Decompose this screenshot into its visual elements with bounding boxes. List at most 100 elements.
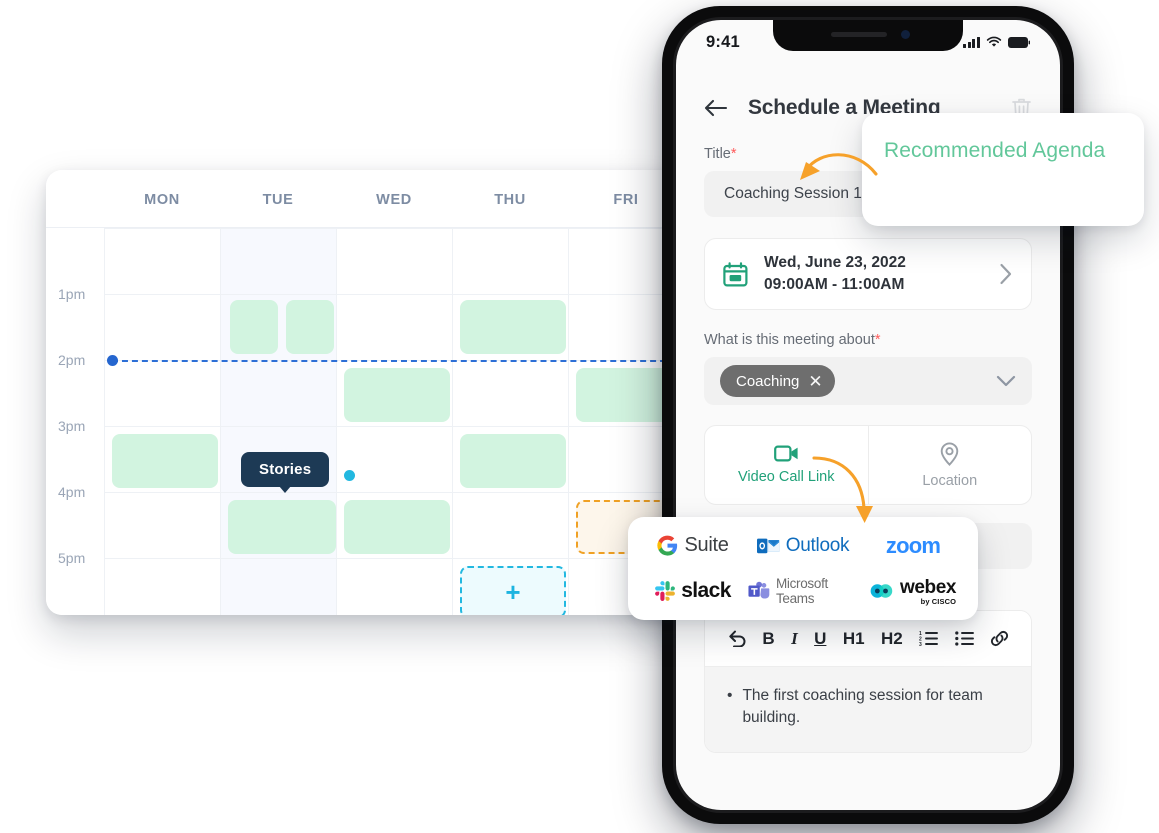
calendar-day-thu: THU bbox=[494, 192, 526, 208]
recommended-agenda-callout: Recommended Agenda bbox=[862, 113, 1144, 226]
wifi-icon bbox=[986, 36, 1002, 47]
meeting-mode-selector: Video Call Link Location bbox=[704, 425, 1032, 505]
calendar-hline-3 bbox=[104, 426, 686, 427]
bullet-list-icon[interactable] bbox=[954, 631, 974, 646]
calendar-hline-0 bbox=[104, 228, 686, 229]
current-time-dot bbox=[107, 355, 118, 366]
calendar-vline-1 bbox=[104, 228, 105, 615]
integrations-popup: Suite Outlook zoom slack Microsoft Teams… bbox=[628, 517, 978, 620]
calendar-add-slot-button[interactable]: + bbox=[460, 566, 566, 615]
integration-webex-label: webex bbox=[899, 576, 957, 598]
calendar-event[interactable] bbox=[344, 368, 450, 422]
required-mark: * bbox=[874, 332, 881, 348]
webex-icon bbox=[870, 584, 893, 598]
integration-zoom-label: zoom bbox=[885, 532, 941, 558]
note-text: The first coaching session for team buil… bbox=[742, 687, 983, 727]
calendar-event[interactable] bbox=[460, 300, 566, 354]
recommended-agenda-label: Recommended Agenda bbox=[884, 139, 1106, 162]
calendar-event[interactable] bbox=[286, 300, 334, 354]
bullet-glyph: • bbox=[727, 687, 733, 704]
date-time-selector[interactable]: Wed, June 23, 2022 09:00AM - 11:00AM bbox=[704, 238, 1032, 310]
calendar-hline-1 bbox=[104, 294, 686, 295]
calendar-event[interactable] bbox=[344, 500, 450, 554]
integration-outlook-label: Outlook bbox=[785, 534, 850, 556]
meeting-form: Title* Coaching Session 1 - Wed, June 23… bbox=[676, 134, 1060, 753]
close-icon[interactable]: ✕ bbox=[808, 373, 822, 390]
calendar-column-highlight-tue bbox=[220, 228, 336, 615]
calendar-day-header-row: MON TUE WED THU FRI bbox=[46, 170, 686, 228]
video-call-link-option[interactable]: Video Call Link bbox=[705, 426, 868, 504]
list-item: • The first coaching session for team bu… bbox=[727, 685, 1009, 730]
integration-slack-label: slack bbox=[681, 579, 731, 603]
ordered-list-icon[interactable]: 1 2 3 bbox=[919, 631, 939, 646]
calendar-event[interactable] bbox=[228, 500, 336, 554]
topic-chip[interactable]: Coaching ✕ bbox=[720, 365, 835, 397]
calendar-event-tooltip-label: Stories bbox=[259, 461, 312, 478]
slack-icon bbox=[655, 581, 676, 602]
calendar-vline-3 bbox=[336, 228, 337, 615]
calendar-time-2pm: 2pm bbox=[58, 352, 86, 368]
svg-text:3: 3 bbox=[919, 642, 922, 646]
calendar-time-5pm: 5pm bbox=[58, 550, 86, 566]
integration-slack[interactable]: slack bbox=[655, 579, 731, 603]
integration-outlook[interactable]: Outlook bbox=[756, 534, 850, 557]
integration-webex-wordmark: webex by CISCO bbox=[900, 578, 956, 606]
required-mark: * bbox=[730, 146, 737, 162]
battery-icon bbox=[1008, 36, 1030, 48]
integration-gsuite-label: Suite bbox=[684, 534, 729, 557]
calendar-icon bbox=[723, 261, 748, 286]
calendar-day-mon: MON bbox=[144, 192, 180, 208]
video-camera-icon bbox=[773, 445, 798, 462]
outlook-icon bbox=[756, 538, 780, 553]
chevron-down-icon[interactable] bbox=[996, 375, 1016, 387]
integration-msteams-label: Microsoft Teams bbox=[775, 576, 828, 607]
calendar-hline-5 bbox=[104, 558, 686, 559]
cellular-bars-icon bbox=[963, 36, 980, 48]
calendar-event[interactable] bbox=[112, 434, 218, 488]
video-call-link-label: Video Call Link bbox=[738, 469, 835, 485]
back-arrow-icon[interactable] bbox=[704, 99, 728, 117]
undo-icon[interactable] bbox=[727, 630, 746, 647]
bold-icon[interactable]: B bbox=[762, 630, 774, 647]
screenshot-root: MON TUE WED THU FRI 1pm 2pm 3pm 4pm 5pm … bbox=[0, 0, 1159, 833]
map-pin-icon bbox=[940, 441, 959, 466]
calendar-event[interactable] bbox=[230, 300, 278, 354]
phone-notch bbox=[773, 20, 963, 51]
status-time: 9:41 bbox=[706, 32, 740, 51]
integration-zoom[interactable]: zoom bbox=[885, 532, 941, 559]
meeting-date: Wed, June 23, 2022 bbox=[764, 254, 906, 271]
google-g-icon bbox=[657, 535, 678, 556]
date-time-text: Wed, June 23, 2022 09:00AM - 11:00AM bbox=[764, 254, 999, 294]
calendar-widget: MON TUE WED THU FRI 1pm 2pm 3pm 4pm 5pm … bbox=[46, 170, 686, 615]
italic-icon[interactable]: I bbox=[791, 630, 798, 647]
location-label: Location bbox=[922, 472, 978, 489]
earpiece-speaker bbox=[831, 32, 887, 37]
topic-chip-label: Coaching bbox=[736, 372, 800, 390]
calendar-time-4pm: 4pm bbox=[58, 484, 86, 500]
chevron-right-icon bbox=[1000, 263, 1012, 285]
calendar-marker-dot bbox=[344, 470, 355, 481]
link-icon[interactable] bbox=[990, 630, 1009, 647]
calendar-hline-4 bbox=[104, 492, 686, 493]
integration-msteams[interactable]: Microsoft Teams bbox=[748, 576, 858, 606]
calendar-event-tooltip: Stories bbox=[241, 452, 330, 493]
heading-1-icon[interactable]: H1 bbox=[843, 630, 865, 647]
underline-icon[interactable]: U bbox=[814, 630, 826, 647]
calendar-day-tue: TUE bbox=[262, 192, 294, 208]
integration-gsuite[interactable]: Suite bbox=[657, 534, 729, 557]
calendar-time-3pm: 3pm bbox=[58, 418, 86, 434]
calendar-vline-2 bbox=[220, 228, 221, 615]
integration-webex[interactable]: webex by CISCO bbox=[870, 578, 956, 606]
title-input-value: Coaching Session 1 - bbox=[724, 185, 872, 202]
teams-icon bbox=[748, 582, 770, 599]
heading-2-icon[interactable]: H2 bbox=[881, 630, 903, 647]
integration-webex-sublabel: by CISCO bbox=[920, 596, 957, 606]
location-option[interactable]: Location bbox=[867, 426, 1032, 504]
plus-icon: + bbox=[505, 577, 521, 607]
calendar-event[interactable] bbox=[460, 434, 566, 488]
meeting-topic-select[interactable]: Coaching ✕ bbox=[704, 357, 1032, 405]
about-field-label: What is this meeting about* bbox=[704, 332, 881, 348]
notes-editor-body[interactable]: • The first coaching session for team bu… bbox=[705, 667, 1031, 752]
front-camera-icon bbox=[901, 30, 910, 39]
calendar-grid[interactable]: 1pm 2pm 3pm 4pm 5pm + Stories bbox=[46, 228, 686, 615]
